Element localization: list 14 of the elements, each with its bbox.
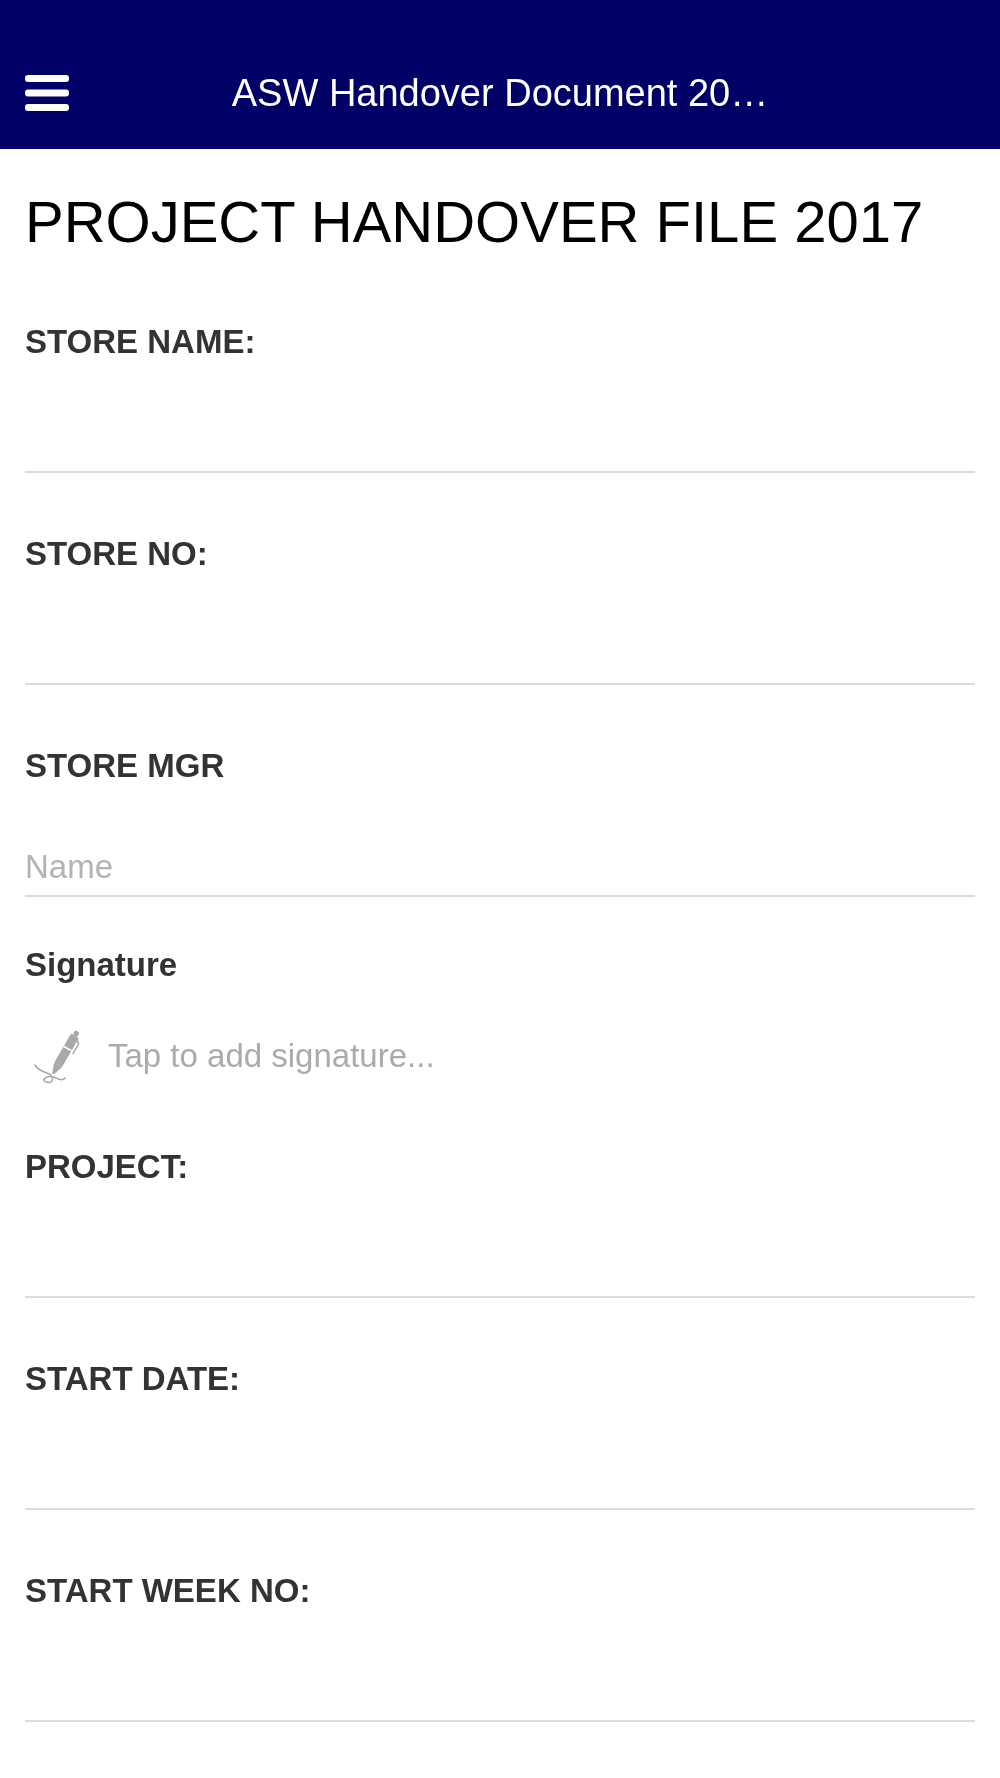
- page-heading: PROJECT HANDOVER FILE 2017: [25, 190, 925, 254]
- field-label: Signature: [25, 945, 179, 985]
- window-title: ASW Handover Document 20…: [231, 70, 769, 116]
- pen-signature-icon: [32, 1028, 82, 1084]
- input-field[interactable]: Name: [25, 786, 975, 897]
- field-label: START DATE:: [25, 1359, 242, 1399]
- field-label: START WEEK NO:: [25, 1571, 312, 1611]
- field-label: STORE NO:: [25, 534, 209, 574]
- menu-icon: [25, 74, 69, 111]
- field-label: STORE NAME:: [25, 322, 257, 362]
- field-label: STORE MGR: [25, 746, 226, 786]
- field-label: PROJECT:: [25, 1147, 190, 1187]
- add-signature-button[interactable]: Tap to add signature...: [25, 1026, 435, 1086]
- menu-button[interactable]: [25, 74, 69, 111]
